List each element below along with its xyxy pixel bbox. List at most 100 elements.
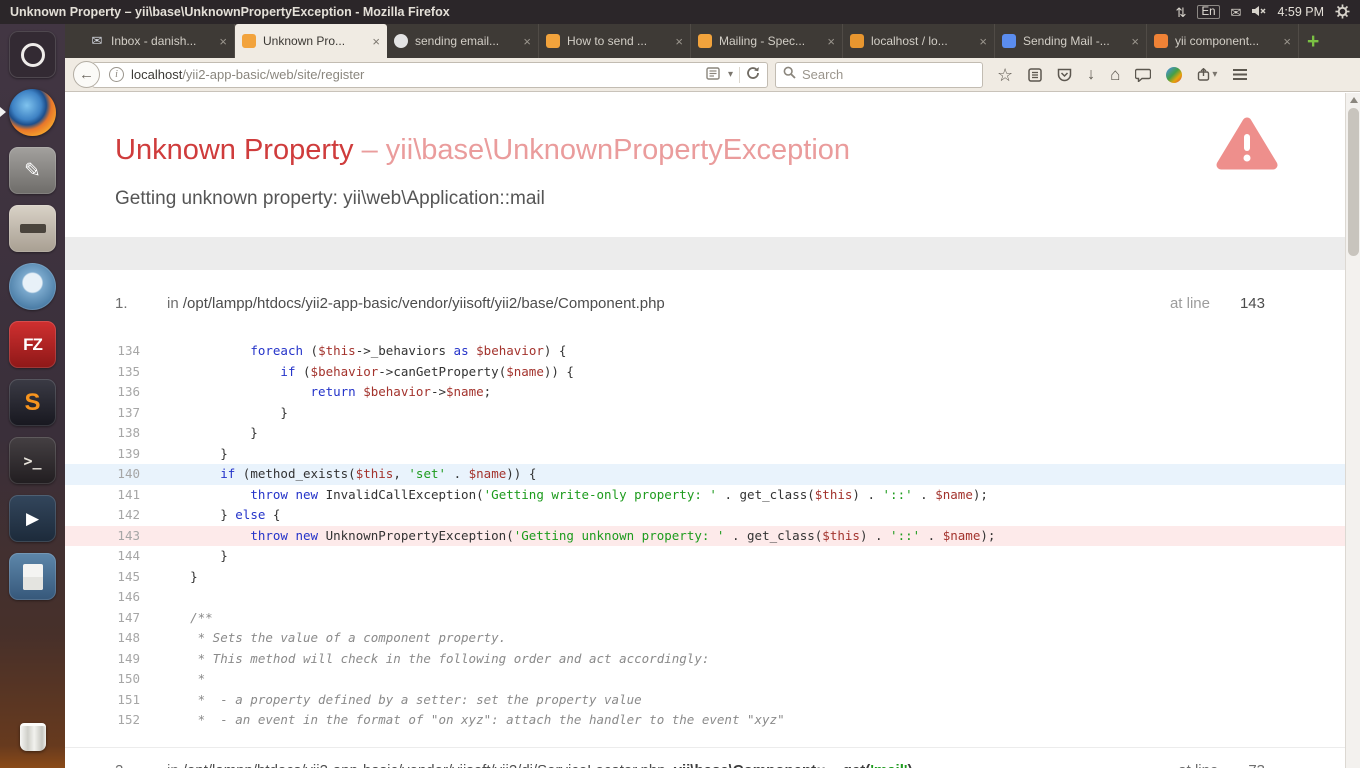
tab-3[interactable]: sending email... × [387,24,539,58]
exception-message: Getting unknown property: yii\web\Applic… [115,188,545,209]
tab-6[interactable]: localhost / lo... × [843,24,995,58]
scrollbar-up-arrow[interactable] [1350,97,1358,103]
tab-label: localhost / lo... [871,34,948,48]
terminal-icon[interactable]: >_ [9,437,56,484]
window-title: Unknown Property – yii\base\UnknownPrope… [10,5,450,19]
tab-close-icon[interactable]: × [219,34,227,49]
addon-circle-icon[interactable] [1166,66,1183,83]
share-caret-icon[interactable]: ▾ [1212,69,1217,80]
line-number: 143 [1239,294,1265,312]
code-line-150: 150 * [65,669,1345,690]
code-line-148: 148 * Sets the value of a component prop… [65,628,1345,649]
tab-label: How to send ... [567,34,648,48]
code-text: } [160,568,198,584]
tab-close-icon[interactable]: × [979,34,987,49]
toolbar-icons: ☆ ↓ ⌂ ▾ [997,66,1248,84]
tab-close-icon[interactable]: × [372,34,380,49]
software-center-icon[interactable] [9,205,56,252]
tab-label: Sending Mail -... [1023,34,1110,48]
tab-2[interactable]: Unknown Pro... × [235,24,387,58]
line-number-gutter: 142 [117,507,140,522]
pocket-icon[interactable] [1057,68,1072,82]
download-icon[interactable]: ↓ [1087,66,1095,83]
scrollbar-thumb[interactable] [1348,108,1359,256]
tab-close-icon[interactable]: × [827,34,835,49]
network-arrows-icon[interactable]: ⇅ [1176,6,1187,19]
menu-hamburger-icon[interactable] [1232,68,1248,81]
dropdown-caret-icon[interactable]: ▾ [728,69,733,80]
mail-indicator-icon[interactable]: ✉ [1231,6,1242,19]
code-line-146: 146 [65,587,1345,608]
code-line-143: 143 throw new UnknownPropertyException('… [65,525,1345,546]
reader-mode-icon[interactable] [706,66,720,83]
hello-chat-icon[interactable] [1135,68,1152,82]
stack-frame-1-header[interactable]: 1. in /opt/lampp/htdocs/yii2-app-basic/v… [65,285,1345,321]
code-line-141: 141 throw new InvalidCallException('Gett… [65,485,1345,506]
tab-close-icon[interactable]: × [1131,34,1139,49]
code-line-149: 149 * This method will check in the foll… [65,649,1345,670]
code-text: * [160,671,206,686]
stack-frame-2-header[interactable]: 2. in /opt/lampp/htdocs/yii2-app-basic/v… [65,746,1345,768]
stackoverflow-tab-icon [1154,34,1168,48]
bookmarks-list-icon[interactable] [1028,67,1042,82]
tab-8[interactable]: yii component... × [1147,24,1299,58]
tab-close-icon[interactable]: × [675,34,683,49]
code-text: /** [160,609,213,625]
bookmark-star-icon[interactable]: ☆ [997,66,1013,84]
phpmyadmin-tab-icon [850,34,864,48]
code-line-152: 152 * - an event in the format of "on xy… [65,710,1345,731]
page-content: Unknown Property – yii\base\UnknownPrope… [65,93,1345,768]
tab-7[interactable]: Sending Mail -... × [995,24,1147,58]
code-line-136: 136 return $behavior->$name; [65,382,1345,403]
search-input[interactable] [802,67,952,82]
line-number-gutter: 135 [117,363,140,379]
code-text: } [160,425,258,440]
code-text: } [160,404,288,420]
chromium-icon[interactable] [9,263,56,310]
search-bar[interactable] [775,61,983,88]
firefox-icon[interactable] [0,89,56,136]
graphics-tool-icon[interactable]: ▶ [9,495,56,542]
frame-call: yii\base\Component::__get('mail') [674,762,913,768]
volume-icon[interactable] [1252,5,1266,19]
line-number-gutter: 147 [117,609,140,625]
keyboard-layout-indicator[interactable]: En [1197,5,1220,19]
dash-home-icon[interactable] [9,31,56,78]
code-line-138: 138 } [65,423,1345,444]
identity-info-icon[interactable]: i [109,67,124,82]
line-number-gutter: 149 [117,650,140,666]
filezilla-icon[interactable]: FZ [9,321,56,368]
back-button[interactable]: ← [73,61,100,88]
code-text: foreach ($this->_behaviors as $behavior)… [250,343,567,358]
text-editor-icon[interactable]: ✎ [9,147,56,194]
tab-4[interactable]: How to send ... × [539,24,691,58]
line-number-gutter: 139 [117,445,140,461]
tab-5[interactable]: Mailing - Spec... × [691,24,843,58]
code-text: throw new UnknownPropertyException('Gett… [250,527,996,543]
frame-index: 2. [115,762,167,768]
code-line-145: 145 } [65,567,1345,588]
trash-icon[interactable] [9,713,56,760]
mail-tab-icon: ✉ [91,33,103,48]
new-tab-button[interactable]: + [1307,31,1319,52]
url-bar[interactable]: i localhost/yii2-app-basic/web/site/regi… [92,61,768,88]
tab-label: Mailing - Spec... [719,34,806,48]
globe-tab-icon [394,34,408,48]
vertical-scrollbar[interactable] [1345,93,1360,768]
clock[interactable]: 4:59 PM [1277,5,1324,19]
tab-close-icon[interactable]: × [523,34,531,49]
session-gear-icon[interactable] [1335,3,1350,21]
yii-tab-icon [546,34,560,48]
share-icon[interactable]: ▾ [1197,68,1217,81]
line-number-gutter: 136 [117,384,140,399]
home-icon[interactable]: ⌂ [1110,66,1120,83]
reload-icon[interactable] [746,66,760,83]
exception-header: Unknown Property – yii\base\UnknownPrope… [65,93,1345,210]
code-line-139: 139 } [65,444,1345,465]
sublime-text-icon[interactable]: S [9,379,56,426]
tab-1[interactable]: ✉ Inbox - danish... × [83,24,235,58]
document-viewer-icon[interactable] [9,553,56,600]
frame-file: in /opt/lampp/htdocs/yii2-app-basic/vend… [167,294,665,312]
search-magnifier-icon [783,66,796,84]
tab-close-icon[interactable]: × [1283,34,1291,49]
